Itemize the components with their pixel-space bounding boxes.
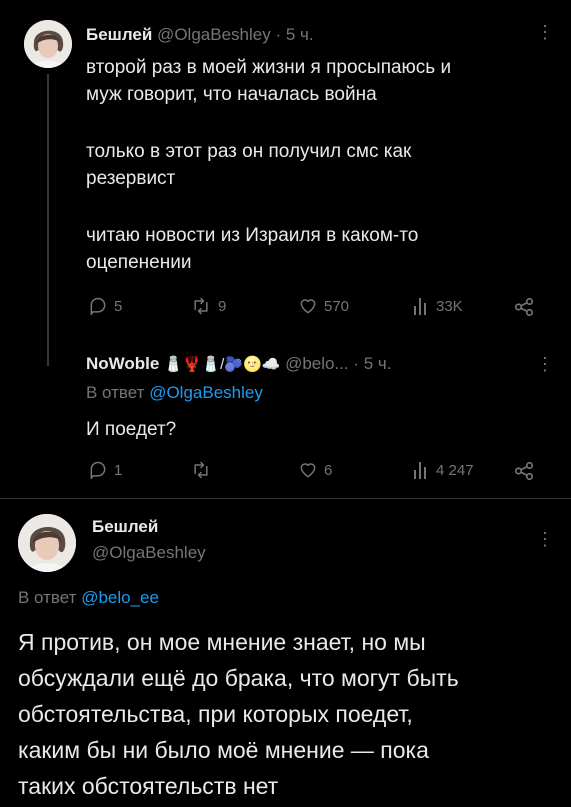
author-emoji: 🧂🦞🧂/🫐🌝☁️ <box>164 356 281 373</box>
avatar[interactable] <box>18 514 76 572</box>
share-icon <box>514 461 534 481</box>
retweet-icon <box>194 461 208 479</box>
reply-icon <box>90 297 106 316</box>
tweet-line: И поедет? <box>86 419 177 440</box>
reply-count: 1 <box>114 461 123 479</box>
tweet-line: таких обстоятельств нет <box>18 773 279 799</box>
reply-prefix: В ответ <box>86 383 145 402</box>
reply-count: 5 <box>114 297 123 315</box>
reply-to-link[interactable]: @belo_ee <box>81 588 159 607</box>
tweet-line: читаю новости из Израиля в каком-то <box>86 225 419 246</box>
heart-icon <box>300 299 316 314</box>
tweet-line: второй раз в моей жизни я просыпаюсь и <box>86 57 452 78</box>
reply-button[interactable]: 5 <box>88 296 122 316</box>
avatar[interactable] <box>24 20 72 68</box>
tweet-line: обстоятельства, при которых поедет, <box>18 701 413 727</box>
views-button[interactable]: 4 247 <box>412 460 474 480</box>
author-handle[interactable]: @belo... <box>285 354 349 373</box>
reply-context: В ответ @belo_ee <box>18 588 159 608</box>
reply-icon <box>90 461 106 480</box>
tweet-text: второй раз в моей жизни я просыпаюсь и м… <box>86 54 451 108</box>
thread-line <box>47 74 49 366</box>
more-options-icon[interactable]: ⋮ <box>536 530 554 548</box>
author-handle[interactable]: @OlgaBeshley <box>157 25 271 44</box>
like-button[interactable]: 6 <box>298 460 332 480</box>
views-icon <box>414 462 426 479</box>
tweet-header: Бешлей @OlgaBeshley · 5 ч. <box>86 25 314 45</box>
reply-context: В ответ @OlgaBeshley <box>86 383 263 403</box>
views-count: 4 247 <box>436 461 474 479</box>
author-name[interactable]: Бешлей <box>92 517 206 537</box>
timestamp[interactable]: · 5 ч. <box>353 354 391 373</box>
more-options-icon[interactable]: ⋮ <box>536 355 554 373</box>
tweet-line: обсуждали ещё до брака, что могут быть <box>18 665 459 691</box>
share-button[interactable] <box>513 460 535 482</box>
tweet-text: только в этот раз он получил смс как рез… <box>86 138 411 192</box>
retweet-button[interactable] <box>190 460 212 480</box>
heart-icon <box>300 463 316 478</box>
views-count: 33K <box>436 297 463 315</box>
tweet-line: резервист <box>86 168 176 189</box>
tweet-header: Бешлей @OlgaBeshley <box>92 517 206 563</box>
author-name[interactable]: NoWoble <box>86 354 159 373</box>
author-handle[interactable]: @OlgaBeshley <box>92 543 206 563</box>
like-count: 6 <box>324 461 333 479</box>
divider <box>0 498 571 499</box>
retweet-icon <box>194 297 208 315</box>
tweet-text: И поедет? <box>86 416 176 443</box>
timestamp[interactable]: · 5 ч. <box>275 25 313 44</box>
tweet-line: только в этот раз он получил смс как <box>86 141 412 162</box>
reply-button[interactable]: 1 <box>88 460 122 480</box>
author-name[interactable]: Бешлей <box>86 25 152 44</box>
share-button[interactable] <box>513 296 535 318</box>
tweet-line: Я против, он мое мнение знает, но мы <box>18 629 426 655</box>
more-options-icon[interactable]: ⋮ <box>536 23 554 41</box>
views-button[interactable]: 33K <box>412 296 463 316</box>
tweet-header: NoWoble 🧂🦞🧂/🫐🌝☁️ @belo... · 5 ч. <box>86 354 392 374</box>
tweet-line: каким бы ни было моё мнение — пока <box>18 737 429 763</box>
retweet-count: 9 <box>218 297 227 315</box>
retweet-button[interactable]: 9 <box>190 296 226 316</box>
tweet-text: Я против, он мое мнение знает, но мы обс… <box>18 624 459 804</box>
like-count: 570 <box>324 297 350 315</box>
tweet-line: оцепенении <box>86 252 192 273</box>
tweet-text: читаю новости из Израиля в каком-то оцеп… <box>86 222 418 276</box>
share-icon <box>514 297 534 317</box>
like-button[interactable]: 570 <box>298 296 349 316</box>
views-icon <box>414 298 426 315</box>
tweet-line: муж говорит, что началась война <box>86 84 377 105</box>
reply-to-link[interactable]: @OlgaBeshley <box>149 383 263 402</box>
reply-prefix: В ответ <box>18 588 77 607</box>
